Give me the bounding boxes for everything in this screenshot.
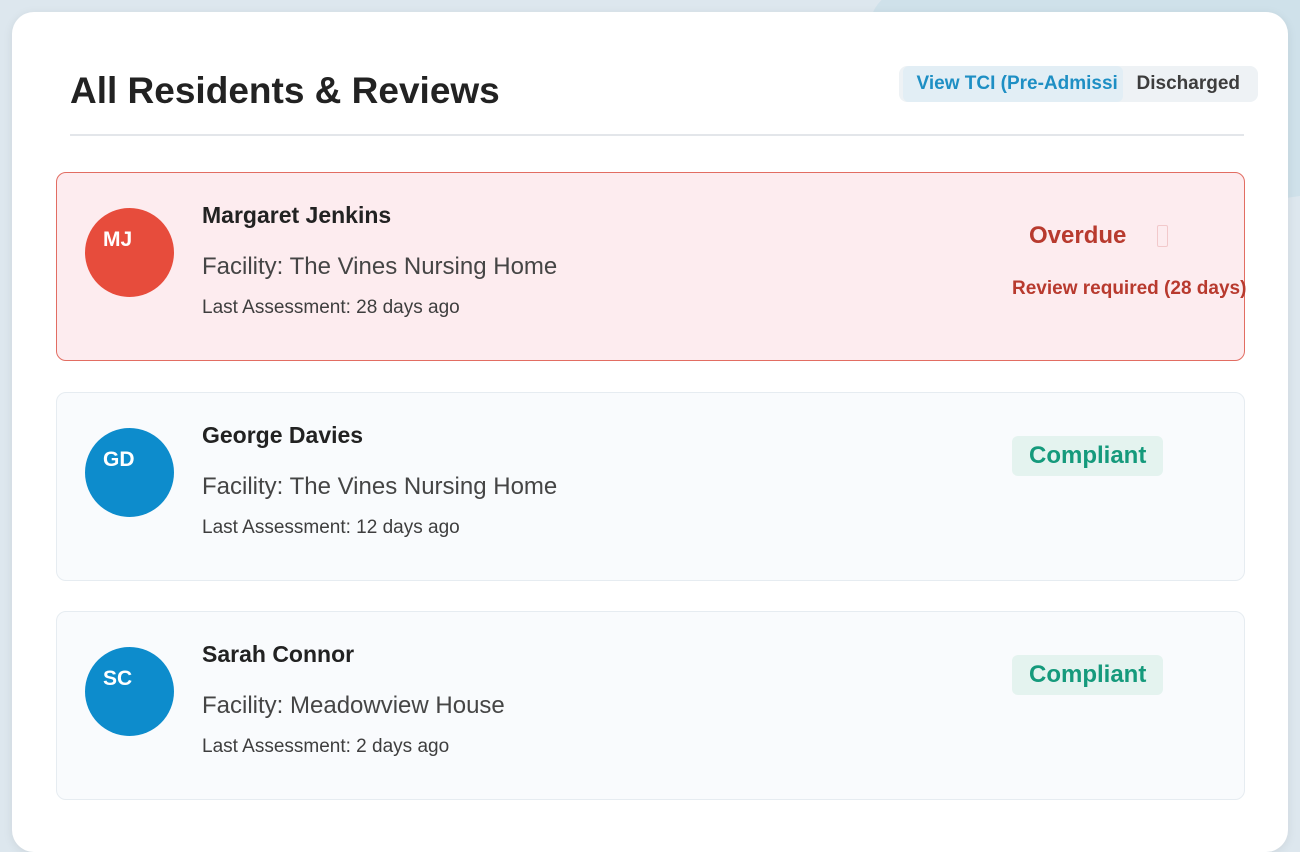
alert-icon [1157,225,1168,247]
resident-name: Sarah Connor [202,641,355,667]
resident-card[interactable]: GD George Davies Facility: The Vines Nur… [56,392,1245,581]
resident-facility: Facility: The Vines Nursing Home [202,473,558,500]
resident-facility: Facility: The Vines Nursing Home [202,253,558,280]
status-badge: Compliant [1012,436,1164,476]
resident-card[interactable]: SC Sarah Connor Facility: Meadowview Hou… [56,611,1245,800]
avatar: GD [85,428,174,517]
last-assessment: Last Assessment: 28 days ago [202,297,460,318]
resident-facility: Facility: Meadowview House [202,692,505,719]
page-title: All Residents & Reviews [70,70,500,111]
avatar: MJ [85,208,174,297]
discharged-button[interactable]: Discharged [1123,66,1254,102]
resident-card[interactable]: MJ Margaret Jenkins Facility: The Vines … [56,172,1247,361]
view-toggle: View TCI (Pre-Admissi Discharged [898,66,1258,102]
resident-name: Margaret Jenkins [202,202,392,228]
resident-name: George Davies [202,422,364,448]
review-note: Review required (28 days) [1012,278,1247,299]
avatar: SC [85,647,174,736]
panel-header: All Residents & Reviews View TCI (Pre-Ad… [70,66,1258,136]
view-tci-button[interactable]: View TCI (Pre-Admissi [902,66,1123,102]
last-assessment: Last Assessment: 12 days ago [202,517,460,538]
status-badge: Compliant [1012,655,1164,695]
residents-panel: All Residents & Reviews View TCI (Pre-Ad… [12,12,1288,852]
last-assessment: Last Assessment: 2 days ago [202,736,450,757]
status-badge: Overdue [1029,222,1127,249]
